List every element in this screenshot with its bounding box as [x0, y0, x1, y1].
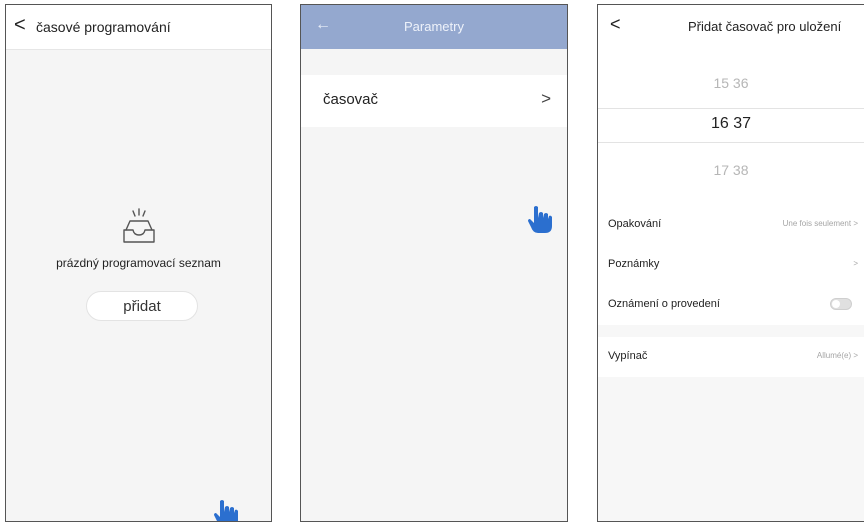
- notes-value: >: [853, 259, 858, 268]
- execution-notification-toggle[interactable]: [830, 298, 852, 310]
- header-bar: < časové programování: [6, 5, 271, 50]
- repeat-label: Opakování: [608, 218, 662, 230]
- page-title: Přidat časovač pro uložení: [688, 19, 842, 34]
- execution-notification-label: Oznámení o provedení: [608, 298, 720, 310]
- time-option-below[interactable]: 17 38: [598, 162, 864, 178]
- switch-value: Allumé(e) >: [816, 351, 858, 360]
- header-bar: < Přidat časovač pro uložení: [598, 5, 864, 49]
- chevron-right-icon: >: [541, 89, 551, 108]
- time-option-selected[interactable]: 16 37: [598, 115, 864, 133]
- back-button[interactable]: <: [14, 15, 26, 35]
- timer-row-label: časovač: [323, 91, 379, 108]
- hand-pointer-icon: [528, 206, 552, 233]
- add-button[interactable]: přidat: [86, 291, 198, 321]
- screen-timer-programming: < časové programování prázdný programova…: [5, 4, 272, 522]
- timer-row[interactable]: časovač >: [301, 75, 567, 127]
- page-title: časové programování: [36, 19, 171, 35]
- empty-list-text: prázdný programovací seznam: [56, 256, 221, 270]
- empty-inbox-icon: [123, 208, 155, 243]
- repeat-row[interactable]: Opakování Une fois seulement >: [598, 205, 864, 245]
- repeat-value: Une fois seulement >: [782, 219, 858, 228]
- time-option-above[interactable]: 15 36: [598, 75, 864, 91]
- screen-parameters: ← Parametry časovač >: [300, 4, 568, 522]
- switch-row[interactable]: Vypínač Allumé(e) >: [598, 337, 864, 377]
- execution-notification-row: Oznámení o provedení: [598, 285, 864, 325]
- back-button[interactable]: <: [610, 15, 621, 33]
- screen-add-timer: < Přidat časovač pro uložení 15 36 16 37…: [597, 4, 864, 522]
- toggle-knob: [832, 300, 840, 308]
- notes-row[interactable]: Poznámky >: [598, 245, 864, 285]
- selection-border-top: [598, 108, 864, 109]
- switch-label: Vypínač: [608, 350, 648, 362]
- selection-border-bottom: [598, 142, 864, 143]
- hand-pointer-icon: [214, 500, 238, 521]
- notes-label: Poznámky: [608, 258, 660, 270]
- time-picker[interactable]: 15 36 16 37 17 38: [598, 49, 864, 205]
- page-title: Parametry: [404, 19, 464, 34]
- header-bar: ← Parametry: [301, 5, 567, 49]
